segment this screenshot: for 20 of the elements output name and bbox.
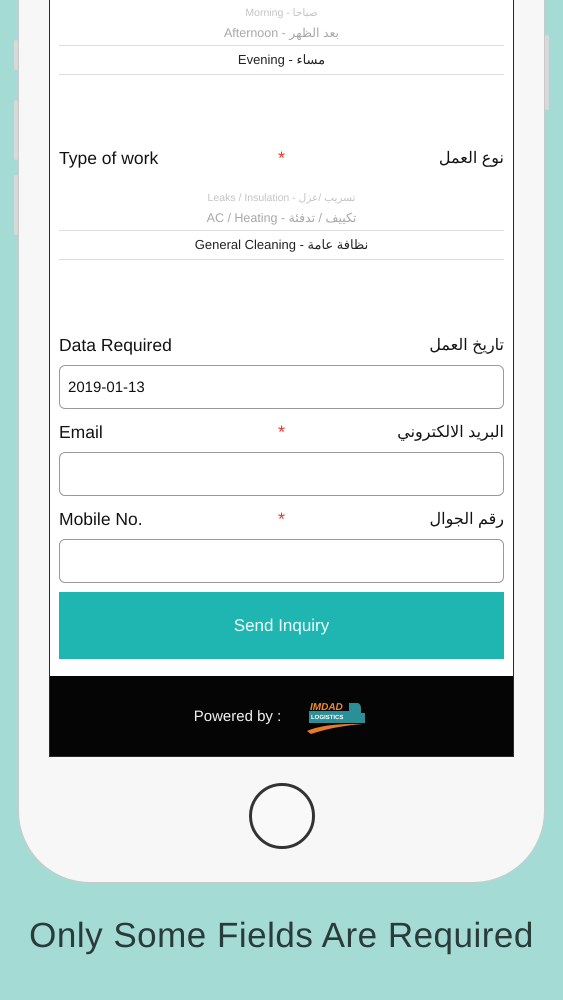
field-label: البريد الالكتروني — [396, 423, 504, 442]
field-label: Data Required — [59, 334, 173, 356]
input-field[interactable] — [59, 452, 504, 496]
field-label: نوع العمل — [438, 149, 504, 168]
required-mark: * — [276, 508, 286, 530]
option-picker[interactable]: Leaks / Insulation - تسريب /عزل AC / Heating - تكييف / تدفئة General Cleaning - نظافة عامة — [59, 186, 504, 260]
caption-text: Only Some Fields Are Required — [28, 916, 535, 956]
picker-option[interactable]: General Cleaning - نظافة عامة — [59, 230, 504, 260]
field-label: Mobile No. — [59, 508, 144, 530]
input-field[interactable] — [59, 539, 504, 583]
option-picker[interactable]: Morning - صباحا Afternoon - بعد الظهر Evening - مساء — [59, 0, 504, 75]
required-mark: * — [276, 148, 286, 168]
powered-by-text: Powered by : — [194, 708, 282, 724]
input-field[interactable]: 2019-01-13 — [59, 365, 504, 409]
picker-option[interactable]: Evening - مساء — [59, 45, 504, 75]
required-mark: * — [276, 422, 286, 442]
field-label: Email — [59, 422, 104, 442]
field-label: رقم الجوال — [428, 510, 504, 529]
field-label: تاريخ العمل — [428, 336, 504, 355]
field-label: Type of work — [59, 148, 160, 168]
